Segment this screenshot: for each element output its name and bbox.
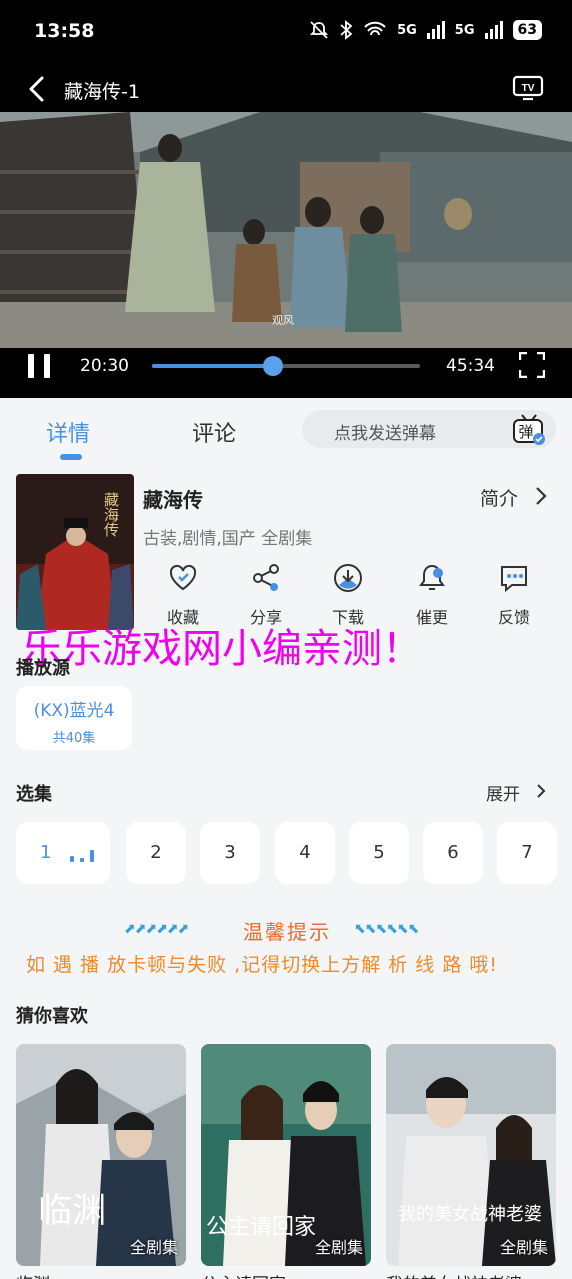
pause-icon[interactable] xyxy=(28,354,50,378)
bluetooth-icon xyxy=(340,20,353,40)
recommend-poster: 临渊 xyxy=(16,1044,186,1266)
signal-bars-icon xyxy=(426,21,445,39)
danmu-toggle-icon[interactable]: 弹 xyxy=(512,414,546,446)
status-badge: 全剧集 xyxy=(499,1238,548,1257)
recommend-section-title: 猜你喜欢 xyxy=(16,1006,88,1027)
episodes-section-title: 选集 xyxy=(16,784,52,805)
recommend-poster: 我的美女战神老婆 xyxy=(386,1044,556,1266)
status-bar: 13:58 5G 5G 63 xyxy=(0,0,572,66)
expand-link[interactable]: 展开 xyxy=(486,780,520,805)
status-badge: 全剧集 xyxy=(129,1238,178,1257)
poster-title-text: 我的美女战神老婆 xyxy=(398,1204,542,1225)
player-controls: 20:30 45:34 xyxy=(0,348,572,398)
chevron-right-icon[interactable] xyxy=(536,783,546,799)
episode-button[interactable]: 5 xyxy=(349,822,409,884)
tab-detail[interactable]: 详情 xyxy=(46,416,90,448)
mute-icon xyxy=(309,21,329,39)
poster-title-text: 公主请回家 xyxy=(206,1215,316,1240)
poster-title-text: 临渊 xyxy=(38,1191,106,1231)
total-time: 45:34 xyxy=(446,356,495,376)
show-poster[interactable]: 藏海传 xyxy=(16,474,134,630)
episode-button[interactable]: 7 xyxy=(497,822,557,884)
signal-5g-1: 5G xyxy=(397,22,417,38)
recommend-title[interactable]: 临渊 xyxy=(16,1270,186,1279)
episode-button[interactable]: 6 xyxy=(423,822,483,884)
wifi-icon xyxy=(364,21,386,36)
tip-arrows-right: ⬉⬉⬉⬉⬉⬉ xyxy=(354,921,419,937)
status-icons: 5G 5G 63 xyxy=(309,20,542,40)
bell-icon xyxy=(419,564,445,590)
share-icon xyxy=(253,564,279,591)
danmu-input[interactable]: 点我发送弹幕 弹 xyxy=(302,410,556,448)
svg-text:TV: TV xyxy=(522,83,535,94)
detail-panel: 详情 评论 点我发送弹幕 弹 藏海传 藏海传 简介 古装,剧情,国产 全剧集 收… xyxy=(0,398,572,1279)
recommend-title[interactable]: 我的美女战神老婆 xyxy=(386,1270,558,1279)
episode-button[interactable]: 2 xyxy=(126,822,186,884)
video-player[interactable]: 观风 20:30 45:34 xyxy=(0,112,572,398)
playing-bars-icon xyxy=(70,850,94,862)
episode-button[interactable]: 4 xyxy=(275,822,335,884)
danmu-placeholder: 点我发送弹幕 xyxy=(334,424,436,444)
tv-cast-icon[interactable]: TV xyxy=(512,74,544,102)
signal-bars-icon xyxy=(484,21,503,39)
show-title: 藏海传 xyxy=(143,488,203,512)
back-arrow-icon[interactable] xyxy=(24,74,50,104)
feedback-icon xyxy=(501,566,527,593)
status-badge: 全剧集 xyxy=(314,1238,363,1257)
status-time: 13:58 xyxy=(34,20,95,42)
action-label: 反馈 xyxy=(497,608,530,627)
recommend-poster: 公主请回家 xyxy=(201,1044,371,1266)
episode-button[interactable]: 3 xyxy=(200,822,260,884)
video-title: 藏海传-1 xyxy=(64,81,140,103)
tip-text: 如 遇 播 放卡顿与失败 ,记得切换上方解 析 线 路 哦! xyxy=(26,954,498,976)
player-nav-bar: 藏海传-1 TV xyxy=(0,66,572,112)
source-section-title: 播放源 xyxy=(16,658,70,679)
recommend-card[interactable]: 我的美女战神老婆 全剧集 xyxy=(386,1044,556,1266)
heart-icon xyxy=(169,564,197,591)
battery-level: 63 xyxy=(512,20,542,40)
progress-bar[interactable] xyxy=(152,356,420,376)
source-name: (KX)蓝光4 xyxy=(33,701,115,721)
source-episode-count: 共40集 xyxy=(52,731,96,746)
tab-comment[interactable]: 评论 xyxy=(192,416,236,448)
recommend-card[interactable]: 临渊 全剧集 xyxy=(16,1044,186,1266)
danmu-icon-char: 弹 xyxy=(518,423,533,441)
progress-fill xyxy=(152,364,273,368)
feedback-button[interactable]: 反馈 xyxy=(484,562,544,632)
episode-button-active[interactable]: 1 xyxy=(16,822,110,884)
recommend-title[interactable]: 公主请回家 xyxy=(201,1270,371,1279)
download-icon xyxy=(334,564,362,592)
show-tags: 古装,剧情,国产 全剧集 xyxy=(143,529,313,549)
current-time: 20:30 xyxy=(80,356,129,376)
poster-title-text: 藏海传 xyxy=(102,492,120,537)
progress-thumb[interactable] xyxy=(262,356,283,376)
fullscreen-icon[interactable] xyxy=(519,352,545,378)
tab-indicator xyxy=(60,454,82,460)
chevron-right-icon[interactable] xyxy=(534,486,548,506)
episode-number: 1 xyxy=(40,842,52,863)
recommend-card[interactable]: 公主请回家 全剧集 xyxy=(201,1044,371,1266)
video-subtitle: 观风 xyxy=(272,314,294,327)
watermark-text: 乐乐游戏网小编亲测！ xyxy=(22,626,422,672)
signal-5g-2: 5G xyxy=(454,22,475,38)
source-card[interactable]: (KX)蓝光4 共40集 xyxy=(16,686,132,750)
intro-link[interactable]: 简介 xyxy=(480,484,518,511)
